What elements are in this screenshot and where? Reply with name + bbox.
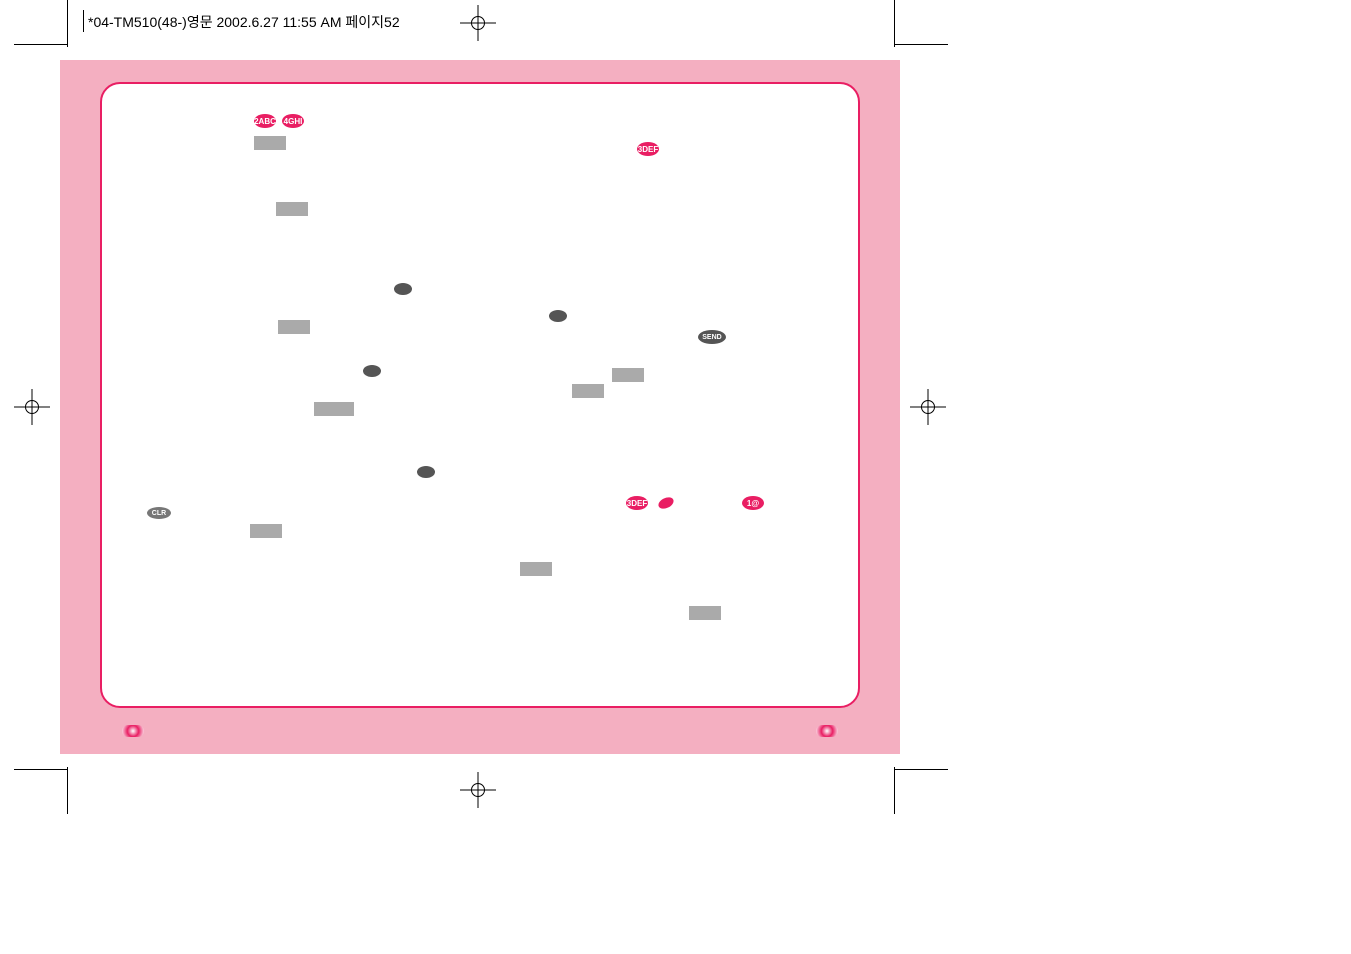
key-3: 3DEF	[626, 496, 648, 510]
header-rule	[83, 10, 84, 32]
crop-mark	[14, 769, 68, 770]
crop-mark	[894, 0, 895, 47]
crop-mark	[894, 44, 948, 45]
key-3: 3DEF	[637, 142, 659, 156]
soft-key-block	[314, 402, 354, 416]
header-filename: *04-TM510(48-)영문 2002.6.27 11:55 AM 페이지5…	[88, 12, 400, 32]
menu-key-icon	[657, 495, 676, 511]
page-frame: 2ABC 4GHI 3DEF SEND CLR	[60, 60, 900, 754]
key-4: 4GHI	[282, 114, 304, 128]
soft-key-block	[612, 368, 644, 382]
crop-mark	[67, 0, 68, 47]
registration-mark-bottom	[466, 778, 490, 802]
binding-hole-icon	[122, 725, 144, 737]
registration-mark-top	[466, 11, 490, 35]
crop-mark	[894, 769, 948, 770]
nav-key-icon	[417, 466, 435, 478]
soft-key-block	[250, 524, 282, 538]
key-2: 2ABC	[254, 114, 276, 128]
registration-mark-left	[20, 395, 44, 419]
soft-key-block	[689, 606, 721, 620]
soft-key-block	[520, 562, 552, 576]
send-key: SEND	[698, 330, 726, 344]
nav-key-up-icon	[394, 283, 412, 295]
soft-key-block	[276, 202, 308, 216]
soft-key-block	[572, 384, 604, 398]
nav-key-down-icon	[363, 365, 381, 377]
registration-mark-right	[916, 395, 940, 419]
crop-mark	[14, 44, 68, 45]
key-1: 1@	[742, 496, 764, 510]
soft-key-block	[254, 136, 286, 150]
crop-mark	[67, 767, 68, 814]
crop-mark	[894, 767, 895, 814]
nav-key-icon	[549, 310, 567, 322]
soft-key-block	[278, 320, 310, 334]
content-area: 2ABC 4GHI 3DEF SEND CLR	[100, 82, 860, 708]
binding-hole-icon	[816, 725, 838, 737]
clr-key: CLR	[147, 507, 171, 519]
